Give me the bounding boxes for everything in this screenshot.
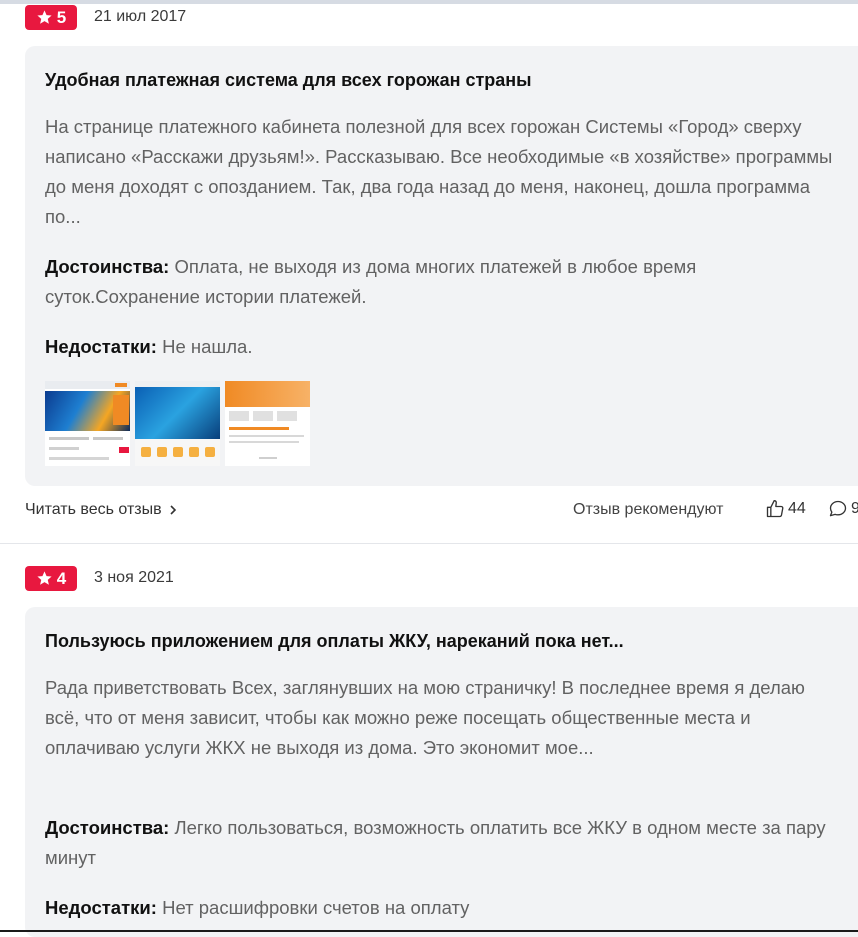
review-cons: Недостатки: Нет расшифровки счетов на оп…: [45, 893, 835, 923]
pros-label: Достоинства:: [45, 817, 170, 838]
review-title[interactable]: Пользуюсь приложением для оплаты ЖКУ, на…: [45, 631, 624, 652]
review-date: 3 ноя 2021: [94, 569, 174, 586]
comments-count: 9: [851, 500, 858, 517]
cons-text: Нет расшифровки счетов на оплату: [162, 897, 470, 918]
comment-icon: [829, 500, 847, 517]
review-footer: Читать весь отзыв Отзыв рекомендуют 44 9: [0, 496, 858, 526]
cons-text: Не нашла.: [162, 336, 253, 357]
top-strip: [0, 0, 858, 4]
star-icon: [37, 571, 52, 585]
photo-thumbnail[interactable]: [135, 381, 220, 466]
review-pros: Достоинства: Оплата, не выходя из дома м…: [45, 252, 835, 312]
rating-value: 5: [56, 7, 67, 27]
review-divider: [0, 543, 858, 544]
thumbs-up-icon: [766, 500, 784, 518]
recommend-label: Отзыв рекомендуют: [573, 501, 724, 518]
rating-value: 4: [56, 568, 67, 588]
review-cons: Недостатки: Не нашла.: [45, 332, 835, 362]
pros-label: Достоинства:: [45, 256, 170, 277]
review-body[interactable]: Удобная платежная система для всех горож…: [25, 46, 858, 486]
review-pros: Достоинства: Легко пользоваться, возможн…: [45, 813, 835, 873]
rating-badge: 4: [25, 566, 77, 591]
rating-badge: 5: [25, 5, 77, 30]
review-title[interactable]: Удобная платежная система для всех горож…: [45, 70, 532, 91]
likes-count: 44: [788, 500, 806, 517]
review-text: Рада приветствовать Всех, заглянувших на…: [45, 677, 805, 758]
chevron-right-icon: [170, 505, 176, 515]
read-full-review-link[interactable]: Читать весь отзыв: [25, 501, 178, 519]
like-button[interactable]: 44: [765, 499, 806, 519]
comments-button[interactable]: 9: [828, 499, 858, 519]
review-date: 21 июл 2017: [94, 8, 187, 25]
review-text: На странице платежного кабинета полезной…: [45, 116, 833, 227]
review-body[interactable]: Пользуюсь приложением для оплаты ЖКУ, на…: [25, 607, 858, 937]
read-full-label: Читать весь отзыв: [25, 501, 162, 518]
cons-label: Недостатки:: [45, 897, 157, 918]
photo-thumbnail[interactable]: [225, 381, 310, 466]
star-icon: [37, 10, 52, 24]
review-photos: [45, 381, 310, 466]
cons-label: Недостатки:: [45, 336, 157, 357]
photo-thumbnail[interactable]: [45, 381, 130, 466]
